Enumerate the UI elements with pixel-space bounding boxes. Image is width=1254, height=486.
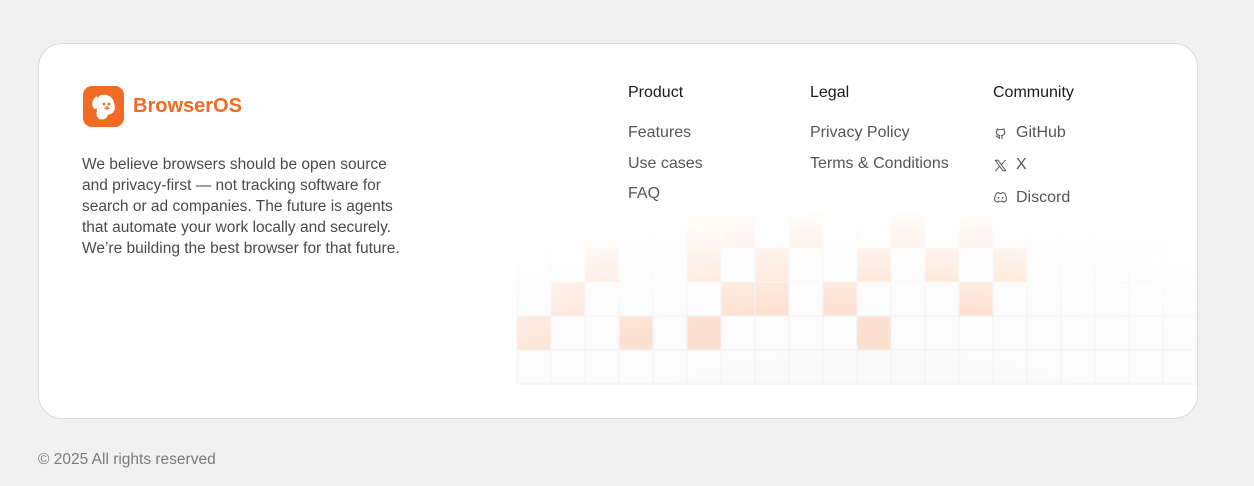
legal-column-title: Legal	[810, 84, 850, 101]
discord-icon	[993, 190, 1008, 205]
legal-column: Legal Privacy Policy Terms & Conditions	[810, 84, 949, 184]
link-github-label: GitHub	[1016, 124, 1066, 141]
brand-name: BrowserOS	[133, 95, 242, 117]
brand-tagline: We believe browsers should be open sourc…	[82, 156, 400, 257]
product-column: Product Features Use cases FAQ	[628, 84, 703, 215]
copyright-text: © 2025 All rights reserved	[38, 451, 216, 468]
dog-head-logo-icon	[83, 86, 124, 127]
footer-card: BrowserOS We believe browsers should be …	[38, 43, 1198, 419]
link-discord[interactable]: Discord	[993, 188, 1074, 208]
link-discord-label: Discord	[1016, 188, 1071, 206]
link-github[interactable]: GitHub	[993, 123, 1074, 143]
github-icon	[993, 126, 1008, 141]
community-column: Community GitHub X Discord	[993, 84, 1074, 220]
x-logo-icon	[993, 158, 1008, 173]
link-features[interactable]: Features	[628, 123, 703, 143]
product-column-title: Product	[628, 84, 684, 101]
link-use-cases[interactable]: Use cases	[628, 154, 703, 174]
brand[interactable]: BrowserOS	[83, 86, 242, 127]
link-faq[interactable]: FAQ	[628, 184, 703, 204]
link-privacy-policy[interactable]: Privacy Policy	[810, 123, 949, 143]
link-x[interactable]: X	[993, 155, 1074, 175]
link-terms-conditions[interactable]: Terms & Conditions	[810, 154, 949, 174]
community-column-title: Community	[993, 84, 1074, 101]
link-x-label: X	[1016, 156, 1027, 174]
